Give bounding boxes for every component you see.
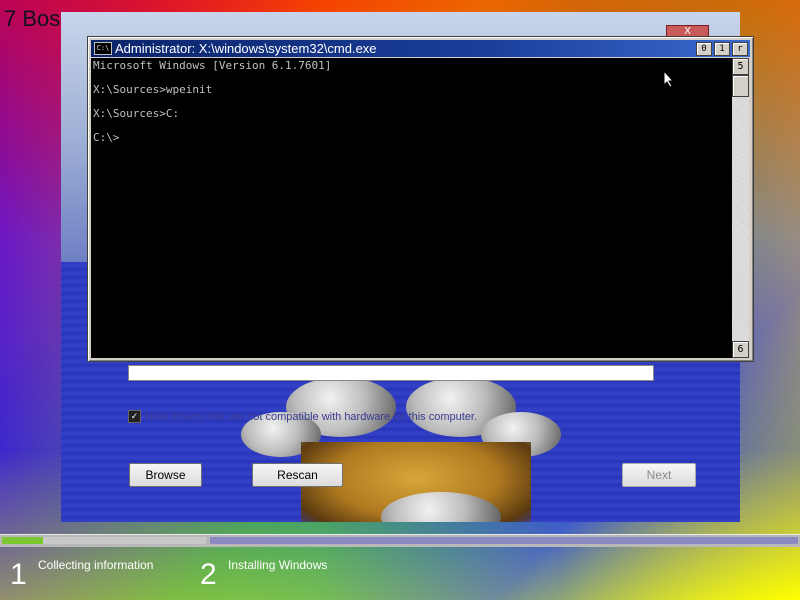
- console-line: Microsoft Windows [Version 6.1.7601]: [93, 59, 332, 72]
- console-line: X:\Sources>C:: [93, 107, 180, 120]
- scroll-down-icon[interactable]: 6: [732, 341, 749, 358]
- maximize-button[interactable]: 1: [714, 41, 730, 56]
- cmd-title-bar[interactable]: C:\ Administrator: X:\windows\system32\c…: [91, 40, 750, 57]
- minimize-button[interactable]: 0: [696, 41, 712, 56]
- step-label: Collecting information: [38, 558, 154, 572]
- setup-progress-bar: [0, 534, 800, 547]
- step-label: Installing Windows: [228, 558, 328, 572]
- close-button[interactable]: r: [732, 41, 748, 56]
- driver-list-field[interactable]: [128, 365, 654, 381]
- browse-button[interactable]: Browse: [129, 463, 202, 487]
- console-line: X:\Sources>wpeinit: [93, 83, 213, 96]
- cmd-icon[interactable]: C:\: [94, 42, 112, 55]
- hide-drivers-checkbox[interactable]: ✓: [128, 410, 141, 423]
- console-output[interactable]: Microsoft Windows [Version 6.1.7601] X:\…: [91, 58, 732, 358]
- cmd-title: Administrator: X:\windows\system32\cmd.e…: [115, 41, 377, 56]
- step-number: 2: [200, 558, 217, 591]
- desktop-title: 7 Bos: [4, 6, 61, 31]
- hide-drivers-row[interactable]: ✓ Hide drivers that are not compatible w…: [128, 410, 477, 423]
- vertical-scrollbar[interactable]: 5 6: [732, 58, 749, 358]
- step-number: 1: [10, 558, 27, 591]
- progress-fill: [2, 537, 43, 544]
- hide-drivers-label: Hide drivers that are not compatible wit…: [145, 410, 477, 423]
- scroll-up-icon[interactable]: 5: [732, 58, 749, 75]
- next-button[interactable]: Next: [622, 463, 696, 487]
- console-line: C:\>: [93, 131, 120, 144]
- progress-segment-collecting: [2, 537, 206, 544]
- cmd-window[interactable]: C:\ Administrator: X:\windows\system32\c…: [87, 36, 754, 362]
- progress-segment-installing: [210, 537, 798, 544]
- rescan-button[interactable]: Rescan: [252, 463, 343, 487]
- mouse-cursor-icon: [663, 70, 675, 88]
- scroll-thumb[interactable]: [732, 75, 749, 97]
